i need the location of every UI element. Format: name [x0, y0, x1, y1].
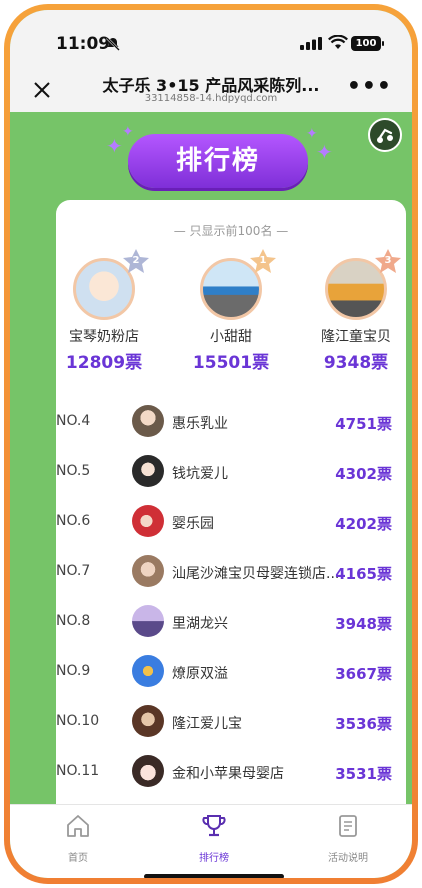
- rank-label: NO.9: [56, 663, 91, 679]
- rank-label: NO.10: [56, 713, 100, 729]
- entry-name: 里湖龙兴: [172, 616, 228, 632]
- battery-indicator: 100: [351, 36, 384, 51]
- podium-name: 隆江童宝贝: [321, 329, 391, 345]
- screen: 11:09 100 太子乐 3•15 产品风采陈列... 33114858-14…: [10, 10, 412, 878]
- music-toggle-button[interactable]: [368, 118, 402, 152]
- rank-badge-number: 1: [259, 255, 267, 266]
- tab-ranking[interactable]: 排行榜: [174, 813, 254, 864]
- nav-bar: 太子乐 3•15 产品风采陈列... 33114858-14.hdpyqd.co…: [10, 68, 412, 112]
- entry-name: 隆江爱儿宝: [172, 716, 242, 732]
- ranking-row[interactable]: NO.11 金和小苹果母婴店 3531票: [56, 754, 406, 790]
- tab-event-info[interactable]: 活动说明: [308, 813, 388, 864]
- tab-label: 首页: [68, 853, 88, 864]
- avatar: [132, 555, 164, 587]
- rank-badge: 3: [373, 248, 403, 274]
- rank-label: NO.7: [56, 563, 91, 579]
- ranking-row[interactable]: NO.7 汕尾沙滩宝贝母婴连锁店... 4165票: [56, 554, 406, 590]
- ranking-row[interactable]: NO.4 惠乐乳业 4751票: [56, 404, 406, 440]
- phone-frame: 11:09 100 太子乐 3•15 产品风采陈列... 33114858-14…: [4, 4, 418, 884]
- avatar: [132, 755, 164, 787]
- sparkle-icon: ✦: [316, 140, 333, 164]
- ranking-row[interactable]: NO.9 燎原双溢 3667票: [56, 654, 406, 690]
- sparkle-icon: ✦: [106, 134, 123, 158]
- podium-name: 小甜甜: [210, 329, 252, 345]
- entry-votes: 3948票: [335, 615, 392, 633]
- entry-name: 钱坑爱儿: [172, 466, 228, 482]
- more-options-icon[interactable]: •••: [347, 76, 392, 98]
- rank-badge: 2: [121, 248, 151, 274]
- rank-label: NO.6: [56, 513, 91, 529]
- podium-first[interactable]: 1 小甜甜 15501票: [171, 249, 291, 373]
- home-indicator: [144, 874, 284, 878]
- rank-badge-number: 3: [384, 255, 392, 266]
- entry-votes: 4202票: [335, 515, 392, 533]
- podium-votes: 15501票: [192, 353, 270, 373]
- ranking-banner: 排行榜: [128, 134, 308, 188]
- ranking-row[interactable]: NO.10 隆江爱儿宝 3536票: [56, 704, 406, 740]
- entry-votes: 4751票: [335, 415, 392, 433]
- entry-name: 燎原双溢: [172, 666, 228, 682]
- rank-label: NO.4: [56, 413, 91, 429]
- status-time: 11:09: [56, 34, 111, 54]
- entry-votes: 3667票: [335, 665, 392, 683]
- entry-votes: 3531票: [335, 765, 392, 783]
- podium-third[interactable]: 3 隆江童宝贝 9348票: [296, 249, 412, 373]
- trophy-icon: [202, 815, 226, 837]
- entry-name: 惠乐乳业: [172, 416, 228, 432]
- avatar: [132, 605, 164, 637]
- sparkle-icon: ✦: [122, 124, 134, 140]
- rank-label: NO.8: [56, 613, 91, 629]
- podium-second[interactable]: 2 宝琴奶粉店 12809票: [44, 249, 164, 373]
- tab-home[interactable]: 首页: [38, 813, 118, 864]
- avatar: [132, 655, 164, 687]
- avatar: [132, 405, 164, 437]
- avatar: [132, 505, 164, 537]
- podium-votes: 9348票: [323, 353, 389, 373]
- rank-badge: 1: [248, 248, 278, 274]
- status-bar: 11:09 100: [10, 10, 412, 68]
- entry-name: 金和小苹果母婴店: [172, 766, 284, 782]
- ranking-row[interactable]: NO.5 钱坑爱儿 4302票: [56, 454, 406, 490]
- rank-label: NO.11: [56, 763, 100, 779]
- rank-label: NO.5: [56, 463, 91, 479]
- entry-votes: 4302票: [335, 465, 392, 483]
- ranking-row[interactable]: NO.8 里湖龙兴 3948票: [56, 604, 406, 640]
- entry-name: 汕尾沙滩宝贝母婴连锁店...: [172, 566, 340, 582]
- top-100-notice: — 只显示前100名 —: [173, 224, 289, 238]
- entry-votes: 3536票: [335, 715, 392, 733]
- silent-bell-icon: [106, 37, 120, 51]
- ranking-row[interactable]: NO.6 婴乐园 4202票: [56, 504, 406, 540]
- music-note-icon: [377, 128, 393, 143]
- cellular-signal-icon: [300, 37, 322, 50]
- entry-votes: 4165票: [335, 565, 392, 583]
- podium-votes: 12809票: [65, 353, 143, 373]
- bottom-tab-bar: 首页 排行榜 活动说明: [10, 804, 412, 878]
- avatar: [132, 705, 164, 737]
- avatar: [132, 455, 164, 487]
- home-icon: [67, 815, 89, 837]
- tab-label: 排行榜: [199, 853, 229, 864]
- tab-label: 活动说明: [328, 853, 368, 864]
- wifi-icon: [328, 35, 348, 49]
- podium-name: 宝琴奶粉店: [69, 329, 139, 345]
- entry-name: 婴乐园: [172, 516, 214, 532]
- ranking-card: — 只显示前100名 — 2 宝琴奶粉店 12809票 1 小甜甜 15501票…: [56, 200, 406, 820]
- document-icon: [339, 815, 357, 837]
- rank-badge-number: 2: [132, 255, 140, 266]
